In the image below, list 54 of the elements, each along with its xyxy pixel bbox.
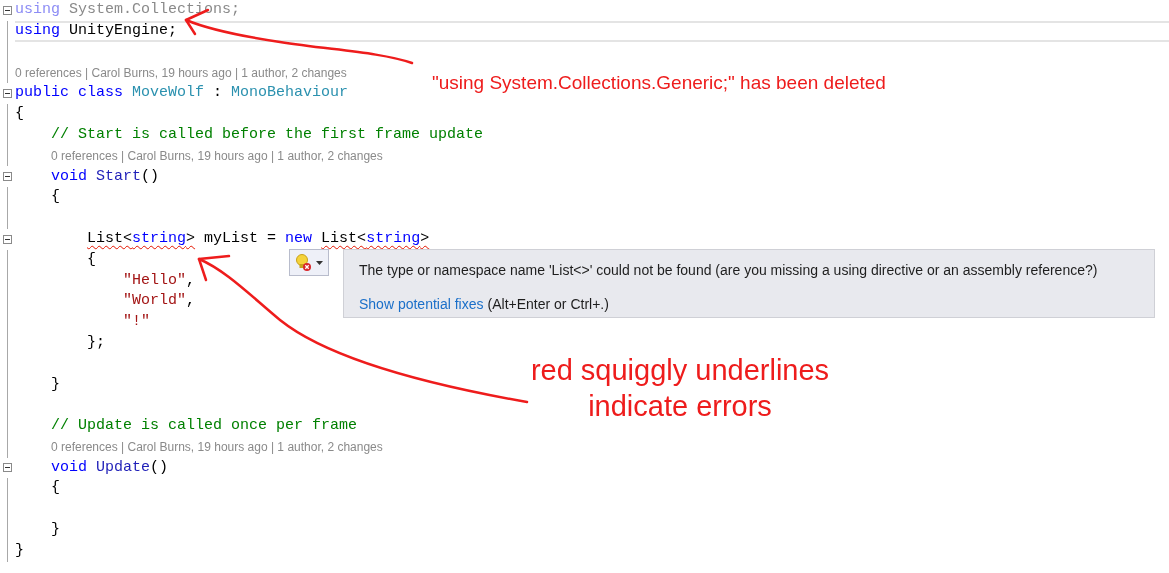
code-text: string (366, 228, 421, 249)
light-bulb-error-icon (295, 252, 313, 273)
annotation-note: "using System.Collections.Generic;" has been deleted (432, 71, 886, 95)
code-text: public class (15, 83, 125, 104)
collapse-icon[interactable] (3, 172, 12, 182)
code-text: List< (321, 228, 367, 249)
code-comment: // Start is called before the first frame update (51, 124, 484, 145)
code-text: UnityEngine; (69, 20, 178, 41)
collapse-icon[interactable] (3, 89, 12, 99)
code-text: System.Collections; (69, 0, 241, 21)
code-text: void (51, 166, 89, 187)
string-literal: "Hello" (123, 270, 187, 291)
code-text: { (15, 104, 24, 125)
code-text: { (51, 187, 61, 208)
code-text: MoveWolf (132, 83, 205, 104)
code-text: List< (87, 228, 133, 249)
collapse-icon[interactable] (3, 463, 12, 473)
code-text: () (150, 457, 169, 478)
code-text: new (285, 228, 314, 249)
code-text: } (15, 540, 24, 561)
code-comment: // Update is called once per frame (51, 416, 358, 437)
code-text: }; (87, 332, 106, 353)
code-text: , (186, 291, 196, 312)
annotation-note: indicate errors (588, 389, 772, 424)
code-text: > (420, 228, 430, 249)
code-text: MonoBehaviour (231, 83, 349, 104)
code-text: Start (96, 166, 142, 187)
code-text: myList = (204, 228, 278, 249)
code-text: { (87, 249, 97, 270)
code-text: } (51, 520, 61, 541)
code-text: } (51, 374, 61, 395)
annotation-note: red squiggly underlines (530, 353, 830, 388)
code-text: > (186, 228, 196, 249)
error-message: The type or namespace name 'List<>' could not be found (are you missing a using directive or an assembly reference?) (359, 261, 1099, 280)
string-literal: "World" (123, 291, 187, 312)
code-text: using (15, 20, 61, 41)
code-text: void (51, 457, 89, 478)
collapse-icon[interactable] (3, 5, 12, 15)
shortcut-hint: (Alt+Enter or Ctrl+.) (487, 295, 609, 314)
caret-icon (316, 260, 323, 265)
code-text: { (51, 478, 61, 499)
code-lens[interactable]: 0 references | Carol Burns, 19 hours ago | 1 author, 2 changes (51, 146, 383, 165)
code-text: () (141, 166, 160, 187)
show-fixes-link[interactable]: Show potential fixes (359, 294, 484, 315)
code-text: Update (96, 457, 151, 478)
code-lens[interactable]: 0 references | Carol Burns, 19 hours ago | 1 author, 2 changes (15, 63, 347, 82)
light-bulb-button[interactable] (289, 249, 329, 276)
code-text: , (186, 270, 196, 291)
code-text: using (15, 0, 61, 21)
collapse-icon[interactable] (3, 234, 12, 244)
code-text: string (132, 228, 187, 249)
code-lens[interactable]: 0 references | Carol Burns, 19 hours ago | 1 author, 2 changes (51, 438, 383, 457)
code-text: : (213, 83, 224, 104)
string-literal: "!" (123, 312, 151, 333)
